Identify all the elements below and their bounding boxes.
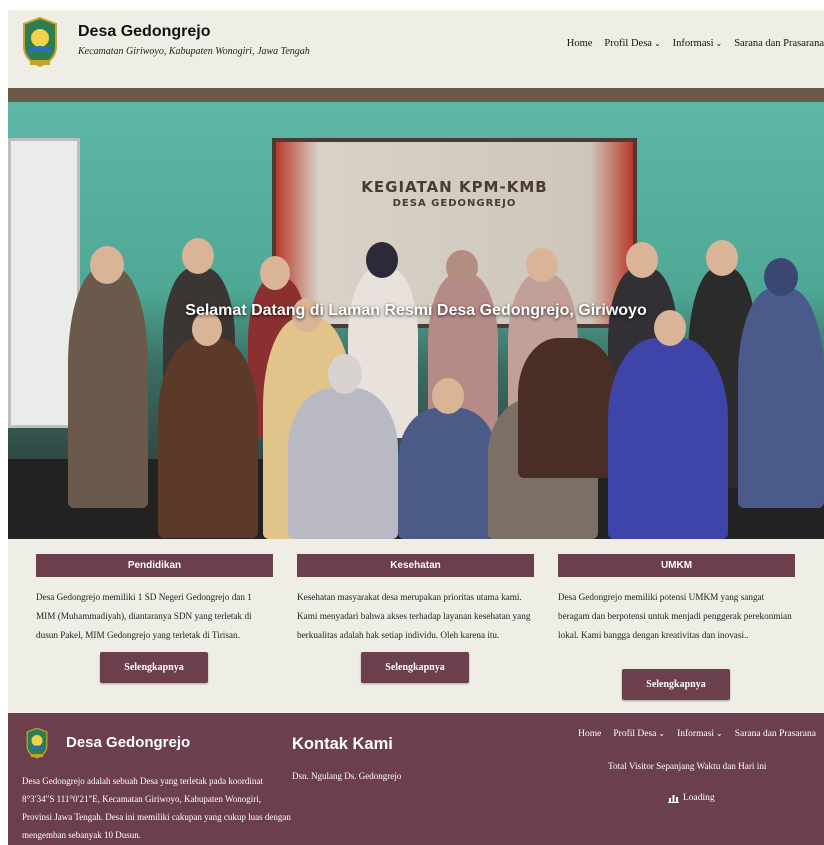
card-pendidikan-text: Desa Gedongrejo memiliki 1 SD Negeri Ged…: [36, 592, 252, 640]
nav-informasi[interactable]: Informasi ⌄: [673, 38, 723, 49]
site-subtitle: Kecamatan Giriwoyo, Kabupaten Wonogiri, …: [78, 46, 310, 57]
main-nav: Home Profil Desa ⌄ Informasi ⌄ Sarana dan …: [567, 38, 824, 49]
banner-subtitle: DESA GEDONGREJO: [392, 198, 517, 209]
footer-nav-home[interactable]: Home: [578, 729, 601, 739]
chevron-down-icon: ⌄: [716, 729, 723, 738]
kesehatan-readmore-button[interactable]: Selengkapnya: [361, 652, 469, 683]
photo-person-head: [626, 242, 658, 278]
hero-photo-group: [48, 228, 824, 539]
hero-photo-ceiling: [8, 88, 824, 102]
photo-person-head: [90, 246, 124, 284]
photo-person-head: [446, 250, 478, 284]
footer-nav-sarana-prasarana[interactable]: Sarana dan Prasarana: [735, 729, 816, 739]
card-umkm-text: Desa Gedongrejo memiliki potensi UMKM ya…: [558, 592, 792, 640]
contact-title: Kontak Kami: [292, 735, 393, 753]
chevron-down-icon: ⌄: [653, 39, 661, 48]
photo-person-head: [526, 248, 558, 282]
photo-person: [738, 288, 824, 508]
photo-person: [288, 388, 398, 539]
umkm-readmore-button[interactable]: Selengkapnya: [622, 669, 730, 700]
photo-person-head: [764, 258, 798, 296]
nav-home[interactable]: Home: [567, 38, 593, 49]
photo-person-head: [432, 378, 464, 414]
footer-nav-informasi-label: Informasi: [677, 729, 715, 739]
nav-profil-desa[interactable]: Profil Desa ⌄: [604, 38, 660, 49]
footer-nav-informasi[interactable]: Informasi ⌄: [677, 729, 723, 739]
footer-nav: Home Profil Desa ⌄ Informasi ⌄ Sarana dan …: [578, 729, 816, 739]
photo-person: [608, 338, 728, 539]
site-title[interactable]: Desa Gedongrejo: [78, 23, 310, 41]
nav-sarana-prasarana[interactable]: Sarana dan Prasarana: [734, 38, 824, 49]
nav-profil-desa-label: Profil Desa: [604, 38, 652, 49]
card-kesehatan-text: Kesehatan masyarakat desa merupakan prio…: [297, 592, 531, 640]
card-umkm: UMKM Desa Gedongrejo memiliki potensi UM…: [558, 554, 795, 645]
contact-address: Dsn. Ngulang Ds. Gedongrejo: [292, 771, 402, 781]
photo-person-head: [366, 242, 398, 278]
card-umkm-title: UMKM: [558, 554, 795, 577]
photo-person-head: [706, 240, 738, 276]
hero-banner: KEGIATAN KPM-KMB DESA GEDONGREJO Selamat…: [8, 88, 824, 539]
footer-nav-sarana-label: Sarana dan Prasarana: [734, 729, 816, 739]
photo-person-head: [182, 238, 214, 274]
banner-title: KEGIATAN KPM-KMB: [361, 178, 548, 196]
footer-nav-profil-label: Profil Desa: [613, 729, 657, 739]
village-emblem-icon: [26, 727, 48, 759]
card-pendidikan-title: Pendidikan: [36, 554, 273, 577]
hero-title: Selamat Datang di Laman Resmi Desa Gedon…: [185, 302, 647, 319]
village-emblem-icon[interactable]: [20, 16, 60, 68]
feature-section: Pendidikan Desa Gedongrejo memiliki 1 SD…: [8, 539, 824, 713]
footer-description: Desa Gedongrejo adalah sebuah Desa yang …: [22, 776, 291, 840]
visitor-counter: Loading: [668, 793, 715, 803]
bar-chart-icon: [668, 794, 679, 803]
photo-person: [518, 338, 618, 478]
nav-informasi-label: Informasi: [672, 38, 714, 49]
card-kesehatan: Kesehatan Kesehatan masyarakat desa meru…: [297, 554, 534, 645]
footer-title: Desa Gedongrejo: [66, 734, 191, 751]
chevron-down-icon: ⌄: [715, 39, 723, 48]
chevron-down-icon: ⌄: [658, 729, 666, 738]
nav-sarana-label: Sarana dan Prasarana: [734, 38, 824, 49]
loading-label: Loading: [683, 793, 715, 803]
pendidikan-readmore-button[interactable]: Selengkapnya: [100, 652, 208, 683]
photo-person-head: [260, 256, 290, 290]
card-kesehatan-title: Kesehatan: [297, 554, 534, 577]
photo-person: [158, 338, 258, 538]
footer-nav-profil-desa[interactable]: Profil Desa ⌄: [613, 729, 665, 739]
footer-nav-home-label: Home: [578, 729, 602, 739]
photo-person: [398, 408, 498, 539]
brand: Desa Gedongrejo Kecamatan Giriwoyo, Kabu…: [78, 23, 310, 57]
nav-home-label: Home: [566, 38, 593, 49]
card-pendidikan: Pendidikan Desa Gedongrejo memiliki 1 SD…: [36, 554, 273, 645]
photo-person-head: [328, 354, 362, 394]
site-footer: Desa Gedongrejo Desa Gedongrejo adalah s…: [8, 713, 824, 845]
visitor-label: Total Visitor Sepanjang Waktu dan Hari i…: [608, 761, 767, 771]
site-header: Desa Gedongrejo Kecamatan Giriwoyo, Kabu…: [8, 10, 824, 88]
